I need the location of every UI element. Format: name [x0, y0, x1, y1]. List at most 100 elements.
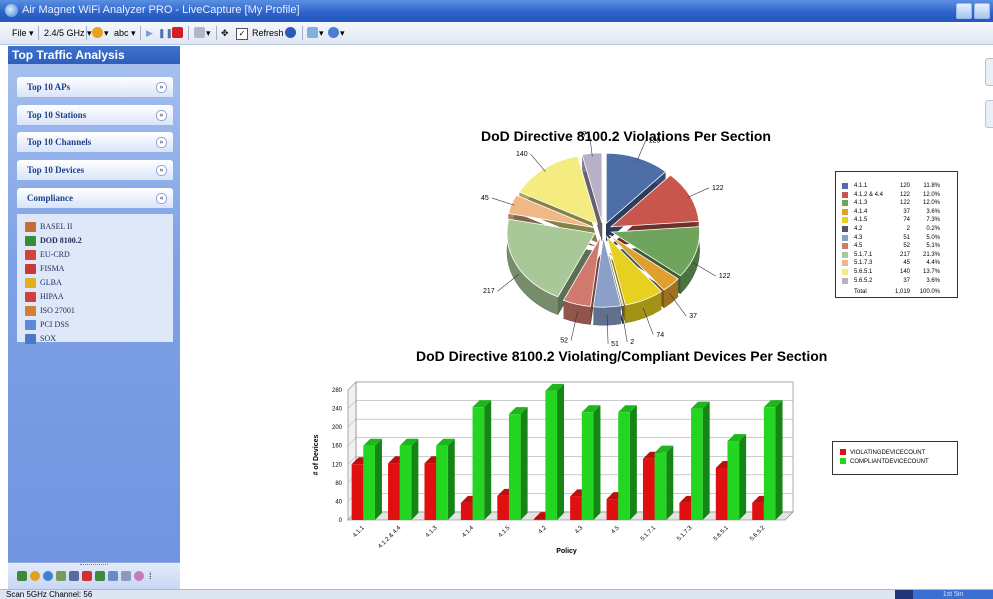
compliance-standard-icon: [25, 278, 36, 289]
compliance-item-glba[interactable]: GLBA: [25, 277, 62, 289]
gridline: [347, 400, 357, 409]
bar-violating: [606, 492, 626, 520]
y-tick-label: 40: [335, 499, 342, 505]
bar-violating: [351, 457, 371, 520]
pie-slice-edge: [670, 175, 699, 240]
x-tick-label: 4.1.3: [425, 525, 439, 539]
compliance-standard-icon: [25, 334, 36, 345]
compliance-item-fisma[interactable]: FISMA: [25, 263, 64, 275]
pie-data-label: 2: [630, 339, 634, 346]
chevron-icon[interactable]: »: [156, 137, 167, 148]
compliance-icon[interactable]: [95, 571, 105, 581]
pause-icon[interactable]: ❚❚: [158, 26, 173, 40]
more-icon[interactable]: ⁞: [149, 571, 155, 581]
pie-data-label: 37: [689, 313, 697, 320]
check-icon[interactable]: [82, 571, 92, 581]
view-icon[interactable]: [17, 571, 27, 581]
y-tick-label: 200: [332, 425, 343, 431]
bar-violating: [752, 495, 771, 520]
gridline: [347, 437, 357, 446]
settings-icon[interactable]: [134, 571, 144, 581]
edge-tab[interactable]: [985, 100, 993, 128]
pie-slice-edge: [508, 195, 517, 232]
compliance-standard-icon: [25, 292, 36, 303]
pie-data-label: 140: [516, 151, 528, 158]
stop-icon[interactable]: [172, 27, 183, 38]
gridline: [347, 474, 357, 484]
report-icon[interactable]: [108, 571, 118, 581]
compliance-standard-icon: [25, 264, 36, 275]
pie-slice-side: [610, 192, 700, 246]
compliance-item-label: GLBA: [40, 278, 62, 287]
help-icon[interactable]: [328, 27, 339, 38]
pie-slice: [592, 237, 622, 308]
band-dropdown[interactable]: 2.4/5 GHz ▾: [44, 26, 92, 40]
chevron-up-icon[interactable]: «: [156, 193, 167, 204]
channel-icon[interactable]: [30, 571, 40, 581]
refresh-label: Refresh: [252, 28, 284, 38]
compliance-standard-icon: [25, 306, 36, 317]
pie-slice-side: [610, 244, 700, 295]
pie-leader-line: [621, 313, 628, 343]
bar-violating: [715, 461, 735, 520]
compliance-standard-icon: [25, 236, 36, 247]
bar-compliant: [436, 438, 455, 520]
refresh-icon[interactable]: [285, 27, 296, 38]
legend-swatch: [840, 458, 846, 465]
compliance-item-eu-crd[interactable]: EU-CRD: [25, 249, 70, 261]
move-icon[interactable]: ✥: [221, 26, 229, 40]
pie-data-label: 45: [481, 195, 489, 202]
window-title: Air Magnet WiFi Analyzer PRO - LiveCaptu…: [22, 4, 300, 16]
chevron-icon[interactable]: »: [156, 82, 167, 93]
section-compliance[interactable]: Compliance «: [17, 188, 173, 208]
tools-icon[interactable]: [56, 571, 66, 581]
bar-compliant: [545, 383, 565, 520]
section-top-10-stations[interactable]: Top 10 Stations»: [17, 105, 173, 125]
gridline: [347, 456, 357, 465]
compliance-item-hipaa[interactable]: HIPAA: [25, 291, 64, 303]
compliance-item-sox[interactable]: SOX: [25, 333, 56, 345]
bar-violating: [570, 489, 589, 520]
x-tick-label: 5.6.5.2: [749, 525, 767, 543]
file-menu[interactable]: File ▾: [12, 26, 34, 40]
section-top-10-channels[interactable]: Top 10 Channels»: [17, 132, 173, 152]
export-icon[interactable]: [307, 27, 318, 38]
filter-dropdown[interactable]: abc ▾: [114, 26, 136, 40]
chevron-icon[interactable]: »: [156, 165, 167, 176]
x-tick-label: 4.1.5: [498, 525, 512, 539]
pie-leader-line: [606, 314, 609, 344]
ap-icon[interactable]: [43, 571, 53, 581]
section-top-10-devices[interactable]: Top 10 Devices»: [17, 160, 173, 180]
bar-chart-floor: [347, 511, 794, 521]
print-icon[interactable]: [194, 27, 205, 38]
bar-compliant: [363, 438, 382, 520]
pie-slice: [581, 152, 603, 223]
pie-chart-title: DoD Directive 8100.2 Violations Per Sect…: [481, 128, 771, 144]
panel-title: Top Traffic Analysis: [8, 46, 180, 64]
grid-icon[interactable]: [69, 571, 79, 581]
pie-slice-edge: [625, 291, 662, 323]
pie-slice-side: [593, 255, 622, 326]
play-icon[interactable]: ▶: [146, 26, 153, 40]
channel-icon[interactable]: [92, 27, 103, 38]
table-icon[interactable]: [121, 571, 131, 581]
edge-tab[interactable]: [985, 58, 993, 86]
compliance-item-iso-27001[interactable]: ISO 27001: [25, 305, 75, 317]
compliance-item-pci-dss[interactable]: PCI DSS: [25, 319, 69, 331]
compliance-item-basel-ii[interactable]: BASEL II: [25, 221, 72, 233]
refresh-checkbox[interactable]: ✓: [236, 28, 248, 40]
pie-leader-line: [497, 273, 520, 292]
minimize-button[interactable]: [956, 3, 972, 19]
pie-slice-edge: [606, 153, 666, 190]
chevron-icon[interactable]: »: [156, 110, 167, 121]
bar-legend-row: VIOLATINGDEVICECOUNT: [840, 449, 925, 458]
section-top-10-aps[interactable]: Top 10 APs»: [17, 77, 173, 97]
pie-slice-side: [609, 252, 679, 309]
pie-slice-side: [507, 212, 595, 246]
pie-slice: [605, 152, 667, 225]
compliance-item-dod-8100-2[interactable]: DOD 8100.2: [25, 235, 82, 247]
pie-slice: [507, 194, 595, 228]
left-panel: Top Traffic Analysis Top 10 APs» Top 10 …: [8, 46, 180, 590]
panel-bottom-bar: ⁞: [8, 562, 180, 590]
maximize-button[interactable]: [974, 3, 990, 19]
